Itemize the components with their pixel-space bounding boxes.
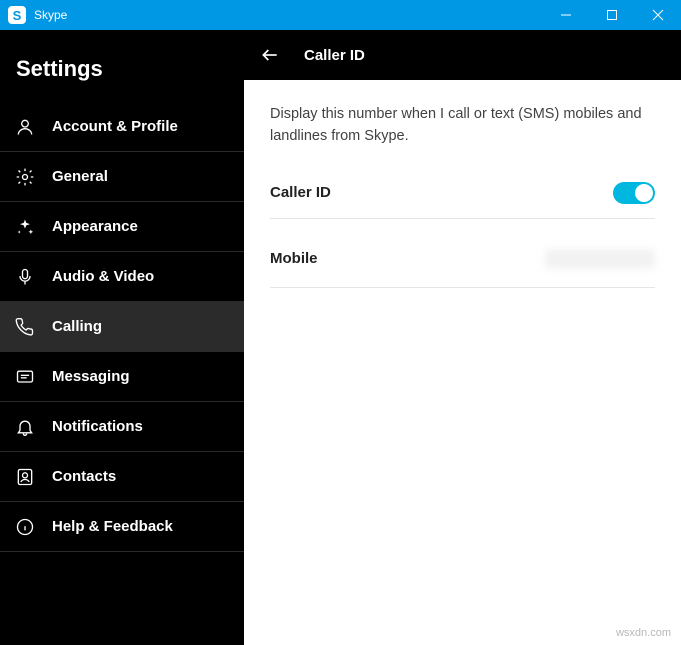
- sidebar-item-contacts[interactable]: Contacts: [0, 452, 244, 502]
- settings-sidebar: Settings Account & Profile General Appea…: [0, 30, 244, 645]
- sidebar-item-label: Calling: [52, 318, 102, 335]
- back-button[interactable]: [258, 43, 282, 67]
- person-icon: [14, 116, 36, 138]
- sidebar-item-messaging[interactable]: Messaging: [0, 352, 244, 402]
- contacts-icon: [14, 466, 36, 488]
- gear-icon: [14, 166, 36, 188]
- phone-icon: [14, 316, 36, 338]
- maximize-button[interactable]: [589, 0, 635, 30]
- sidebar-item-notifications[interactable]: Notifications: [0, 402, 244, 452]
- main-header: Caller ID: [244, 30, 681, 80]
- minimize-button[interactable]: [543, 0, 589, 30]
- sidebar-item-label: Account & Profile: [52, 118, 178, 135]
- sidebar-item-label: Appearance: [52, 218, 138, 235]
- sidebar-item-label: Messaging: [52, 368, 130, 385]
- caller-id-row: Caller ID: [270, 172, 655, 219]
- caller-id-label: Caller ID: [270, 184, 331, 201]
- window-title: Skype: [34, 8, 67, 22]
- toggle-knob: [635, 184, 653, 202]
- sidebar-item-label: Contacts: [52, 468, 116, 485]
- titlebar: S Skype: [0, 0, 681, 30]
- watermark: wsxdn.com: [616, 627, 671, 639]
- bell-icon: [14, 416, 36, 438]
- sidebar-title: Settings: [0, 30, 244, 102]
- sidebar-item-label: General: [52, 168, 108, 185]
- message-icon: [14, 366, 36, 388]
- sidebar-item-appearance[interactable]: Appearance: [0, 202, 244, 252]
- sidebar-item-calling[interactable]: Calling: [0, 302, 244, 352]
- sidebar-item-account-profile[interactable]: Account & Profile: [0, 102, 244, 152]
- page-title: Caller ID: [304, 47, 365, 64]
- page-description: Display this number when I call or text …: [270, 104, 655, 148]
- close-button[interactable]: [635, 0, 681, 30]
- mobile-value: [545, 249, 655, 269]
- sidebar-item-general[interactable]: General: [0, 152, 244, 202]
- skype-app-icon: S: [8, 6, 26, 24]
- sidebar-item-label: Help & Feedback: [52, 518, 173, 535]
- sidebar-item-audio-video[interactable]: Audio & Video: [0, 252, 244, 302]
- sparkle-icon: [14, 216, 36, 238]
- mobile-label: Mobile: [270, 250, 318, 267]
- sidebar-item-label: Notifications: [52, 418, 143, 435]
- main-panel: Caller ID Display this number when I cal…: [244, 30, 681, 645]
- mic-icon: [14, 266, 36, 288]
- caller-id-toggle[interactable]: [613, 182, 655, 204]
- sidebar-item-help-feedback[interactable]: Help & Feedback: [0, 502, 244, 552]
- sidebar-item-label: Audio & Video: [52, 268, 154, 285]
- info-icon: [14, 516, 36, 538]
- mobile-row[interactable]: Mobile: [270, 219, 655, 288]
